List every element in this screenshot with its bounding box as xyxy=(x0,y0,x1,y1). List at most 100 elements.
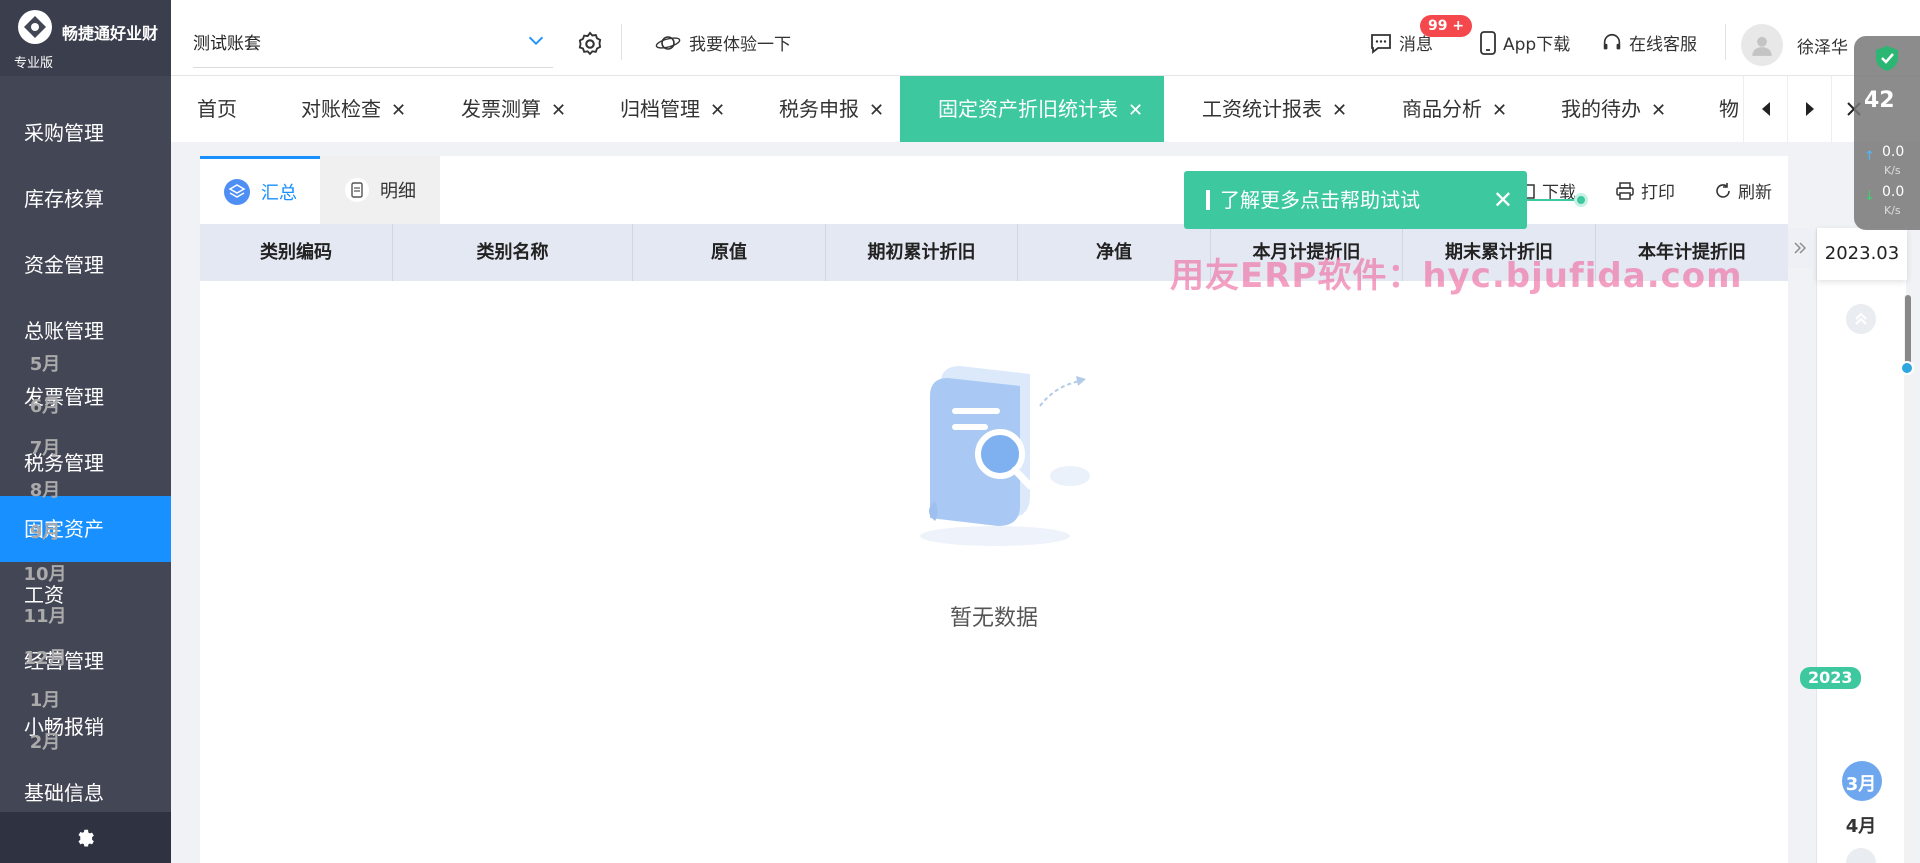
messages-badge: 99 + xyxy=(1420,15,1473,37)
month-item[interactable]: 6月 xyxy=(0,392,90,418)
user-icon xyxy=(1752,36,1772,56)
divider xyxy=(621,24,622,60)
sidebar-settings-button[interactable] xyxy=(0,812,171,863)
planet-icon xyxy=(655,35,681,50)
gear-icon xyxy=(77,829,94,847)
monitor-value: 42 xyxy=(1864,88,1895,113)
support-button[interactable]: 在线客服 xyxy=(1601,30,1697,55)
tab-home[interactable]: 首页 xyxy=(197,76,237,142)
column-header[interactable]: 期初累计折旧 xyxy=(826,224,1018,281)
scrollbar[interactable] xyxy=(1900,295,1914,863)
tab-reconciliation[interactable]: 对账检查 ✕ xyxy=(301,76,406,142)
close-icon[interactable]: ✕ xyxy=(551,100,566,121)
account-select-value: 测试账套 xyxy=(193,34,261,54)
current-period[interactable]: 2023.03 xyxy=(1817,228,1907,280)
year-tag: 2023 xyxy=(1800,667,1861,689)
logo-icon xyxy=(18,10,52,44)
mobile-icon xyxy=(1480,30,1496,55)
arrow-up-icon: ↑ xyxy=(1864,149,1875,164)
sidebar-menu: 采购管理 库存核算 资金管理 总账管理 发票管理 税务管理 固定资产 工资 经营… xyxy=(0,100,171,826)
refresh-icon xyxy=(1716,182,1730,198)
close-icon[interactable]: ✕ xyxy=(1651,100,1666,121)
month-item[interactable]: 11月 xyxy=(0,602,90,628)
month-item[interactable]: 12月 xyxy=(0,644,90,670)
try-label: 我要体验一下 xyxy=(689,35,791,55)
help-toast[interactable]: 了解更多点击帮助试试 ✕ xyxy=(1184,171,1527,229)
avatar[interactable] xyxy=(1741,24,1783,66)
tab-scroll-right-button[interactable] xyxy=(1787,76,1831,142)
tab-label: 归档管理 xyxy=(620,97,700,121)
close-icon[interactable]: ✕ xyxy=(710,100,725,121)
view-tab-label: 汇总 xyxy=(261,182,297,204)
close-icon[interactable]: ✕ xyxy=(1128,100,1143,121)
tab-label: 发票测算 xyxy=(461,97,541,121)
tab-archive[interactable]: 归档管理 ✕ xyxy=(620,76,725,142)
view-tab-summary[interactable]: 汇总 xyxy=(200,156,320,224)
account-select[interactable]: 测试账套 xyxy=(193,26,553,68)
tab-label: 我的待办 xyxy=(1561,97,1641,121)
toast-anchor-dot xyxy=(1574,193,1588,207)
scrollbar-knob[interactable] xyxy=(1900,361,1914,375)
column-header[interactable]: 类别编码 xyxy=(200,224,393,281)
print-button[interactable]: 打印 xyxy=(1615,178,1675,203)
document-icon xyxy=(345,178,369,202)
app-download-label: App下载 xyxy=(1503,35,1571,55)
tab-product-analysis[interactable]: 商品分析 ✕ xyxy=(1402,76,1507,142)
try-button[interactable]: 我要体验一下 xyxy=(655,30,791,55)
tab-salary-report[interactable]: 工资统计报表 ✕ xyxy=(1202,76,1347,142)
month-item[interactable]: 5月 xyxy=(0,350,90,376)
month-item[interactable]: 9月 xyxy=(0,518,90,544)
tab-scroll-left-button[interactable] xyxy=(1743,76,1787,142)
month-item[interactable]: 1月 xyxy=(0,686,90,712)
month-item[interactable]: 8月 xyxy=(0,476,90,502)
period-scroll-up-button[interactable] xyxy=(1846,304,1876,334)
sidebar-item-purchase[interactable]: 采购管理 xyxy=(0,100,171,166)
username[interactable]: 徐泽华 xyxy=(1797,33,1848,58)
month-item[interactable]: 7月 xyxy=(0,434,90,460)
column-header[interactable]: 原值 xyxy=(633,224,826,281)
caret-right-icon xyxy=(1805,102,1814,116)
sidebar-item-inventory[interactable]: 库存核算 xyxy=(0,166,171,232)
app-download-button[interactable]: App下载 xyxy=(1479,30,1570,55)
network-monitor-widget[interactable]: 42 0.0 K/s 0.0 K/s ↑ ↓ xyxy=(1854,36,1920,230)
tab-label: 工资统计报表 xyxy=(1202,97,1322,121)
double-chevron-right-icon xyxy=(1794,242,1806,254)
month-item[interactable]: 2月 xyxy=(0,728,90,754)
month-item[interactable]: 4月 xyxy=(1816,812,1906,838)
scrollbar-thumb[interactable] xyxy=(1905,295,1911,365)
view-tab-detail[interactable]: 明细 xyxy=(320,156,440,224)
brand-name: 畅捷通好业财 xyxy=(62,24,159,43)
tab-tax-declaration[interactable]: 税务申报 ✕ xyxy=(779,76,884,142)
headset-icon xyxy=(1603,33,1621,49)
collapse-panel-button[interactable] xyxy=(1788,228,1812,268)
tab-more[interactable]: 物 xyxy=(1719,76,1739,142)
tab-invoice-calc[interactable]: 发票测算 ✕ xyxy=(461,76,566,142)
sidebar-item-funds[interactable]: 资金管理 xyxy=(0,232,171,298)
upload-unit: K/s xyxy=(1884,164,1901,177)
month-item-selected[interactable]: 3月 xyxy=(1816,770,1906,796)
toast-text: 了解更多点击帮助试试 xyxy=(1220,188,1420,212)
month-item[interactable]: 10月 xyxy=(0,560,90,586)
close-icon[interactable]: ✕ xyxy=(1332,100,1347,121)
close-icon[interactable]: ✕ xyxy=(869,100,884,121)
divider xyxy=(1725,24,1726,60)
tab-label: 对账检查 xyxy=(301,97,381,121)
double-chevron-up-icon xyxy=(1855,312,1867,325)
account-settings-button[interactable] xyxy=(576,30,604,58)
tab-label: 首页 xyxy=(197,97,237,121)
tab-label: 物 xyxy=(1719,97,1739,121)
close-icon[interactable]: ✕ xyxy=(1493,171,1513,229)
refresh-button[interactable]: 刷新 xyxy=(1714,178,1772,203)
refresh-label: 刷新 xyxy=(1738,183,1772,203)
message-icon xyxy=(1371,33,1391,54)
empty-state-illustration xyxy=(920,366,1090,546)
tab-depreciation-report[interactable]: 固定资产折旧统计表 ✕ xyxy=(900,76,1164,142)
column-header[interactable]: 类别名称 xyxy=(393,224,633,281)
tab-label: 商品分析 xyxy=(1402,97,1482,121)
tab-my-todo[interactable]: 我的待办 ✕ xyxy=(1561,76,1666,142)
close-icon[interactable]: ✕ xyxy=(391,100,406,121)
tab-label: 税务申报 xyxy=(779,97,859,121)
toast-connector xyxy=(1527,199,1577,201)
view-tab-label: 明细 xyxy=(380,181,416,202)
close-icon[interactable]: ✕ xyxy=(1492,100,1507,121)
